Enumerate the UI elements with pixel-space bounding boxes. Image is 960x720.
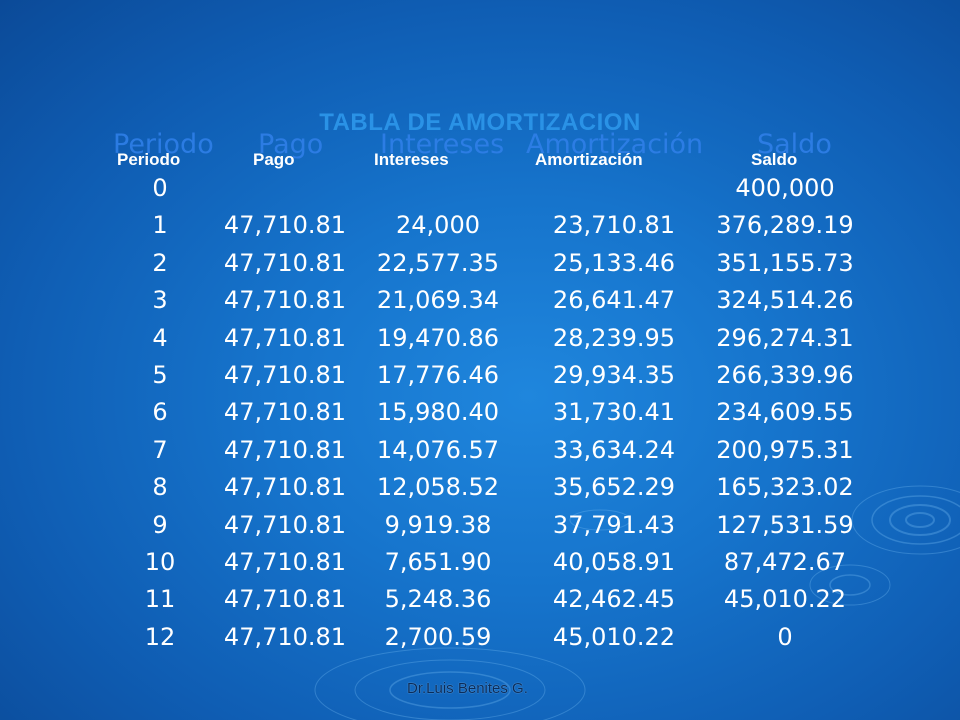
cell-payment: 47,710.81 — [223, 323, 347, 352]
cell-period: 6 — [152, 398, 168, 427]
cell-interest: 22,577.35 — [376, 248, 500, 277]
cell-payment: 47,710.81 — [223, 585, 347, 614]
cell-payment: 47,710.81 — [223, 398, 347, 427]
cell-amortization: 26,641.47 — [552, 286, 676, 315]
cell-period: 7 — [152, 435, 168, 464]
header-amortizacion: Amortización — [535, 150, 643, 169]
cell-interest: 5,248.36 — [384, 585, 492, 614]
cell-payment: 47,710.81 — [223, 286, 347, 315]
cell-interest: 7,651.90 — [384, 548, 492, 576]
cell-payment: 47,710.81 — [223, 510, 347, 539]
cell-payment: 47,710.81 — [223, 473, 347, 502]
cell-period: 8 — [152, 473, 168, 502]
cell-balance: 400,000 — [735, 174, 835, 202]
cell-balance: 0 — [777, 622, 793, 651]
cell-interest: 21,069.34 — [376, 286, 500, 315]
cell-balance: 200,975.31 — [716, 435, 854, 464]
cell-payment: 47,710.81 — [223, 361, 347, 389]
cell-period: 3 — [152, 286, 168, 315]
cell-balance: 351,155.73 — [716, 248, 854, 277]
cell-amortization: 25,133.46 — [552, 248, 676, 277]
cell-period: 11 — [144, 585, 176, 614]
cell-interest: 24,000 — [396, 211, 480, 240]
cell-balance: 127,531.59 — [716, 510, 854, 539]
cell-payment: 47,710.81 — [223, 622, 347, 651]
cell-interest: 9,919.38 — [384, 510, 492, 539]
cell-amortization: 37,791.43 — [552, 510, 676, 539]
cell-balance: 296,274.31 — [716, 323, 854, 352]
header-periodo: Periodo — [117, 150, 181, 169]
cell-balance: 87,472.67 — [723, 548, 847, 576]
cell-amortization: 45,010.22 — [552, 622, 676, 651]
cell-interest: 19,470.86 — [376, 323, 500, 352]
cell-period: 9 — [152, 510, 168, 539]
cell-payment: 47,710.81 — [223, 248, 347, 277]
cell-payment: 47,710.81 — [223, 435, 347, 464]
cell-period: 2 — [152, 248, 168, 277]
cell-period: 4 — [152, 323, 168, 352]
cell-interest: 14,076.57 — [376, 435, 500, 464]
cell-period: 5 — [152, 361, 168, 389]
cell-amortization: 28,239.95 — [552, 323, 676, 352]
slide: TABLA DE AMORTIZACION Periodo Pago Inter… — [0, 0, 960, 720]
cell-balance: 165,323.02 — [716, 473, 854, 502]
header-intereses: Intereses — [374, 150, 449, 169]
cell-amortization: 42,462.45 — [552, 585, 676, 614]
cell-amortization: 33,634.24 — [552, 435, 676, 464]
cell-period: 12 — [144, 622, 176, 651]
cell-period: 10 — [144, 548, 176, 576]
author-footer: Dr.Luis Benites G. — [407, 680, 528, 697]
cell-payment: 47,710.81 — [223, 548, 347, 576]
header-pago: Pago — [253, 150, 295, 169]
cell-amortization: 31,730.41 — [552, 398, 676, 427]
cell-balance: 266,339.96 — [716, 361, 854, 389]
cell-period: 1 — [152, 211, 168, 240]
header-saldo: Saldo — [751, 150, 798, 169]
cell-balance: 45,010.22 — [723, 585, 847, 614]
cell-period: 0 — [152, 174, 168, 202]
cell-balance: 324,514.26 — [716, 286, 854, 315]
cell-interest: 15,980.40 — [376, 398, 500, 427]
cell-interest: 17,776.46 — [376, 361, 500, 389]
cell-amortization: 23,710.81 — [552, 211, 676, 240]
cell-amortization: 29,934.35 — [552, 361, 676, 389]
cell-amortization: 35,652.29 — [552, 473, 676, 502]
cell-balance: 234,609.55 — [716, 398, 854, 427]
cell-amortization: 40,058.91 — [552, 548, 676, 576]
cell-balance: 376,289.19 — [716, 211, 854, 240]
cell-interest: 12,058.52 — [376, 473, 500, 502]
cell-payment: 47,710.81 — [223, 211, 347, 240]
cell-interest: 2,700.59 — [384, 622, 492, 651]
